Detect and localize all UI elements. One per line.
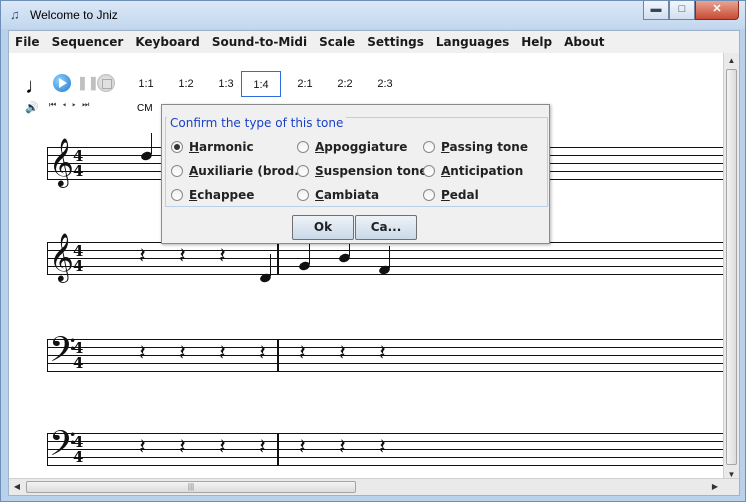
window-title: Welcome to Jniz — [30, 8, 118, 22]
quarter-rest[interactable]: 𝄽 — [259, 341, 266, 366]
maximize-button[interactable]: □ — [669, 1, 695, 20]
menu-languages[interactable]: Languages — [436, 35, 509, 49]
quarter-rest[interactable]: 𝄽 — [339, 341, 346, 366]
menu-scale[interactable]: Scale — [319, 35, 355, 49]
radio-cambiata[interactable]: Cambiata — [297, 188, 379, 202]
quarter-rest[interactable]: 𝄽 — [179, 244, 186, 269]
menu-bar: File Sequencer Keyboard Sound-to-Midi Sc… — [9, 31, 739, 53]
menu-settings[interactable]: Settings — [367, 35, 424, 49]
quarter-rest[interactable]: 𝄽 — [379, 341, 386, 366]
radio-passing-tone[interactable]: Passing tone — [423, 140, 528, 154]
menu-keyboard[interactable]: Keyboard — [135, 35, 200, 49]
radio-harmonic[interactable]: Harmonic — [171, 140, 254, 154]
dialog-group-title: Confirm the type of this tone — [167, 116, 347, 130]
time-signature-bottom: 4 — [73, 162, 84, 180]
music-note-icon: ♫ — [10, 7, 20, 22]
quarter-rest[interactable]: 𝄽 — [139, 341, 146, 366]
ratio-2-1-button[interactable]: 2:1 — [285, 71, 325, 97]
app-window: ♫ Welcome to Jniz ▬ □ ✕ File Sequencer K… — [0, 0, 746, 502]
radio-appoggiature[interactable]: Appoggiature — [297, 140, 407, 154]
vertical-scroll-thumb[interactable] — [726, 69, 737, 465]
transport-controls[interactable]: ⏮ ◂ ▸ ⏭ — [49, 100, 91, 110]
quarter-rest[interactable]: 𝄽 — [179, 435, 186, 460]
pause-icon[interactable]: ❚❚ — [77, 75, 99, 91]
treble-clef: 𝄞 — [49, 137, 74, 186]
cancel-button[interactable]: Ca... — [355, 215, 417, 240]
ratio-1-3-button[interactable]: 1:3 — [206, 71, 246, 97]
scroll-left-icon[interactable]: ◀ — [9, 479, 25, 495]
quarter-note-icon[interactable]: ♩ — [25, 73, 47, 99]
ratio-1-2-button[interactable]: 1:2 — [166, 71, 206, 97]
radio-auxiliarie[interactable]: Auxiliarie (brod... — [171, 164, 308, 178]
staff-2[interactable]: 𝄞 4 4 𝄽 𝄽 𝄽 — [47, 234, 723, 284]
tone-type-dialog: Confirm the type of this tone Harmonic A… — [161, 104, 550, 244]
quarter-rest[interactable]: 𝄽 — [379, 435, 386, 460]
radio-anticipation[interactable]: Anticipation — [423, 164, 523, 178]
quarter-rest[interactable]: 𝄽 — [299, 435, 306, 460]
menu-about[interactable]: About — [564, 35, 604, 49]
client-area: File Sequencer Keyboard Sound-to-Midi Sc… — [8, 30, 740, 496]
ok-button[interactable]: Ok — [292, 215, 354, 240]
ratio-2-2-button[interactable]: 2:2 — [325, 71, 365, 97]
treble-clef: 𝄞 — [49, 232, 74, 281]
quarter-rest[interactable]: 𝄽 — [179, 341, 186, 366]
title-bar[interactable]: ♫ Welcome to Jniz ▬ □ ✕ — [1, 1, 745, 29]
ratio-1-1-button[interactable]: 1:1 — [126, 71, 166, 97]
time-signature-top: 4 — [73, 147, 84, 165]
staff-4[interactable]: 𝄢 4 4 𝄽 𝄽 𝄽 𝄽 𝄽 𝄽 𝄽 — [47, 427, 723, 469]
menu-help[interactable]: Help — [521, 35, 552, 49]
time-signature-top: 4 — [73, 242, 84, 260]
play-button[interactable] — [53, 74, 71, 92]
quarter-rest[interactable]: 𝄽 — [139, 244, 146, 269]
menu-sound-to-midi[interactable]: Sound-to-Midi — [212, 35, 307, 49]
radio-suspension-tone[interactable]: Suspension tone — [297, 164, 428, 178]
bass-clef: 𝄢 — [49, 423, 77, 472]
quarter-rest[interactable]: 𝄽 — [219, 435, 226, 460]
quarter-rest[interactable]: 𝄽 — [219, 341, 226, 366]
window-controls: ▬ □ ✕ — [643, 1, 739, 21]
time-signature-bottom: 4 — [73, 354, 84, 372]
radio-echappee[interactable]: Echappee — [171, 188, 254, 202]
staff-3[interactable]: 𝄢 4 4 𝄽 𝄽 𝄽 𝄽 𝄽 𝄽 𝄽 — [47, 333, 723, 375]
close-button[interactable]: ✕ — [695, 1, 739, 20]
horizontal-scrollbar[interactable]: ◀ ||| ▶ — [9, 478, 739, 495]
quarter-rest[interactable]: 𝄽 — [299, 341, 306, 366]
stop-button[interactable] — [97, 74, 115, 92]
ratio-1-4-button[interactable]: 1:4 — [241, 71, 281, 97]
time-signature-bottom: 4 — [73, 257, 84, 275]
scroll-up-icon[interactable]: ▲ — [724, 53, 739, 69]
time-signature-bottom: 4 — [73, 448, 84, 466]
quarter-rest[interactable]: 𝄽 — [219, 244, 226, 269]
menu-file[interactable]: File — [15, 35, 40, 49]
minimize-button[interactable]: ▬ — [643, 1, 669, 20]
time-signature-top: 4 — [73, 339, 84, 357]
quarter-rest[interactable]: 𝄽 — [339, 435, 346, 460]
radio-pedal[interactable]: Pedal — [423, 188, 479, 202]
time-signature-top: 4 — [73, 433, 84, 451]
bass-clef: 𝄢 — [49, 329, 77, 378]
ratio-2-3-button[interactable]: 2:3 — [365, 71, 405, 97]
quarter-rest[interactable]: 𝄽 — [139, 435, 146, 460]
menu-sequencer[interactable]: Sequencer — [52, 35, 124, 49]
scroll-right-icon[interactable]: ▶ — [707, 479, 723, 495]
quarter-rest[interactable]: 𝄽 — [259, 435, 266, 460]
horizontal-scroll-thumb[interactable]: ||| — [26, 481, 356, 493]
vertical-scrollbar[interactable]: ▲ ▼ — [723, 53, 739, 483]
